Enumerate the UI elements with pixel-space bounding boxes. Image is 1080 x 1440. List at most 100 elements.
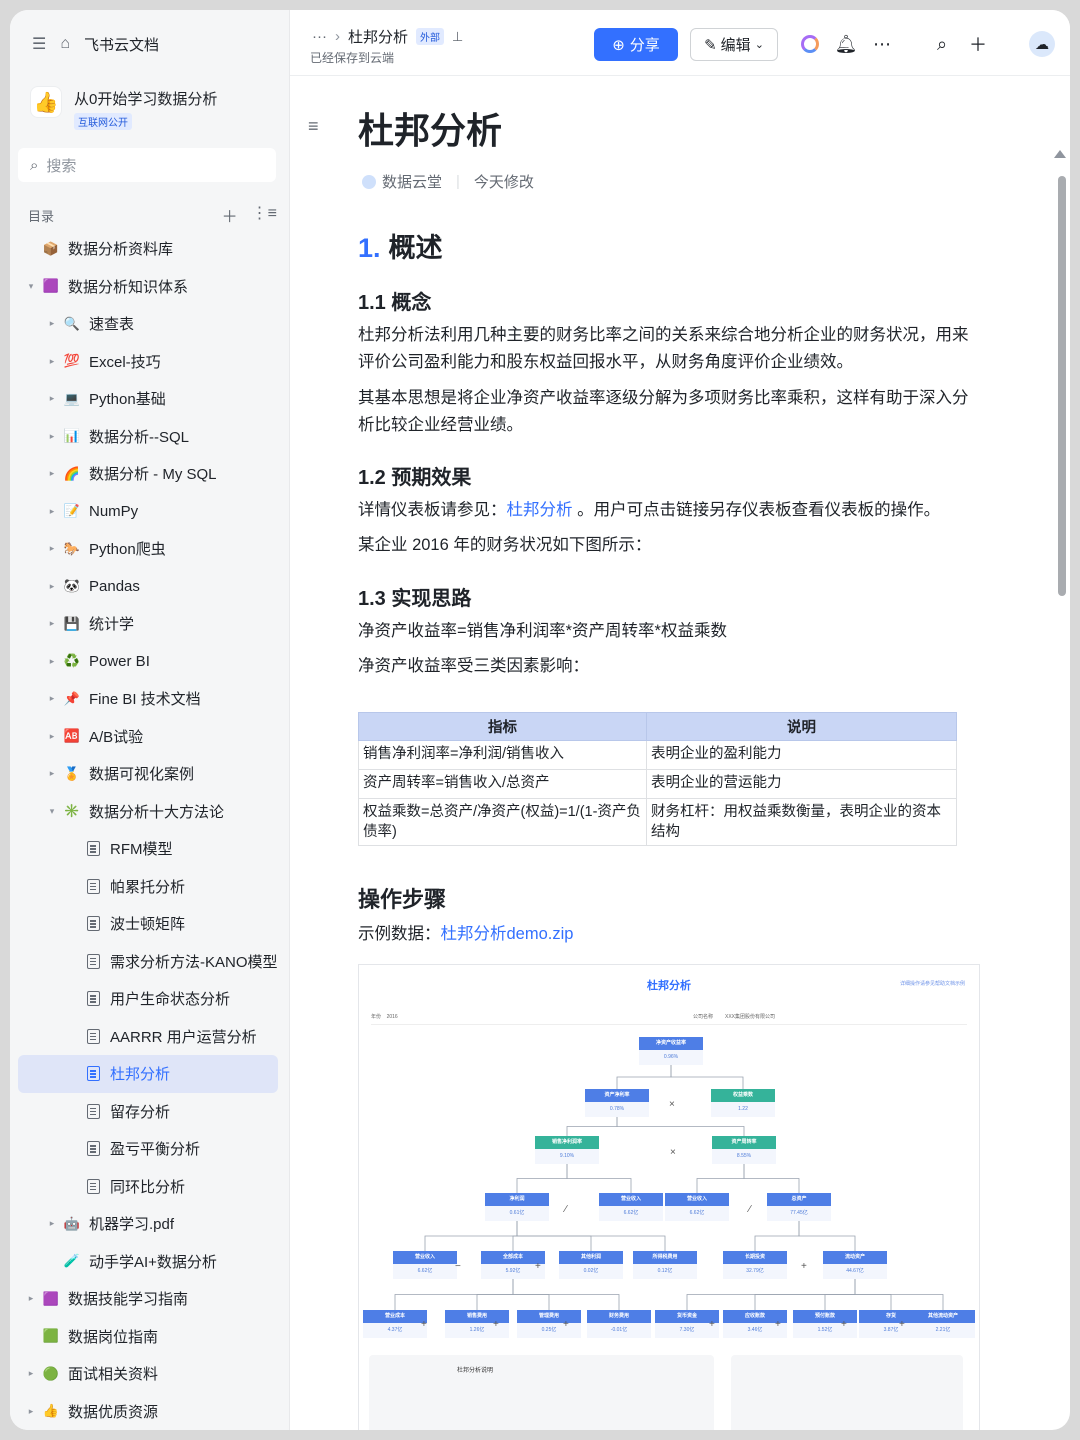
caret-down-icon[interactable]: ▾ (45, 806, 59, 817)
sidebar-item[interactable]: AARRR 用户运营分析 (18, 1018, 278, 1056)
scrollbar[interactable] (1058, 176, 1066, 596)
connector-line (743, 1164, 800, 1193)
caret-right-icon[interactable]: ▸ (45, 618, 59, 629)
operator-symbol: ∕ (749, 1204, 751, 1215)
sidebar-item[interactable]: ▸ 🟢 面试相关资料 (18, 1355, 278, 1393)
author-name[interactable]: 数据云堂 (382, 171, 442, 192)
document-icon (84, 952, 102, 970)
sidebar-item-label: 数据岗位指南 (68, 1328, 159, 1346)
dashboard-link[interactable]: 杜邦分析 (507, 501, 573, 519)
sidebar-item[interactable]: 波士顿矩阵 (18, 905, 278, 943)
connector-line (798, 1221, 856, 1251)
sidebar-item[interactable]: 🟩 数据岗位指南 (18, 1318, 278, 1356)
space-header[interactable]: 👍 从0开始学习数据分析 互联网公开 (30, 86, 217, 131)
sidebar-item[interactable]: ▸ 🐼 Pandas (18, 568, 278, 606)
dashboard-node: 预付账款 1.52亿 (793, 1310, 857, 1338)
paragraph-factors: 净资产收益率受三类因素影响： (358, 657, 589, 675)
sidebar-item[interactable]: 同环比分析 (18, 1168, 278, 1206)
ai-assistant-icon[interactable] (796, 30, 824, 58)
share-button[interactable]: ⊕ 分享 (594, 28, 678, 61)
search-input[interactable]: ⌕ 搜索 (18, 148, 276, 182)
operator-symbol: + (421, 1319, 427, 1330)
sidebar-item[interactable]: ▸ 📝 NumPy (18, 493, 278, 531)
caret-right-icon[interactable]: ▸ (45, 468, 59, 479)
home-link[interactable]: 飞书云文档 (84, 34, 159, 55)
breadcrumb-more[interactable]: ··· (312, 28, 327, 45)
node-value: 0.78% (585, 1102, 649, 1117)
more-icon[interactable]: ⋯ (868, 30, 896, 58)
sidebar-item[interactable]: ▸ 🐎 Python爬虫 (18, 530, 278, 568)
sidebar-item[interactable]: ▸ 🌈 数据分析 - My SQL (18, 455, 278, 493)
caret-right-icon[interactable]: ▸ (45, 1218, 59, 1229)
caret-right-icon[interactable]: ▸ (45, 731, 59, 742)
caret-right-icon[interactable]: ▸ (45, 581, 59, 592)
avatar[interactable]: ☁︎ (1028, 30, 1056, 58)
sidebar-item[interactable]: ▸ 🟪 数据技能学习指南 (18, 1280, 278, 1318)
home-icon[interactable]: ⌂ (60, 35, 70, 53)
sidebar-item[interactable]: 留存分析 (18, 1093, 278, 1131)
dashboard-node: 销售费用 1.26亿 (445, 1310, 509, 1338)
sidebar-item[interactable]: ▸ 🆎 A/B试验 (18, 718, 278, 756)
connector-line (854, 1279, 944, 1310)
sidebar-item[interactable]: ▸ 💯 Excel-技巧 (18, 343, 278, 381)
modified-time: 今天修改 (473, 174, 534, 191)
sidebar-item[interactable]: 杜邦分析 (18, 1055, 278, 1093)
node-value: 1.52亿 (793, 1323, 857, 1338)
caret-right-icon[interactable]: ▸ (45, 356, 59, 367)
sidebar-item[interactable]: 用户生命状态分析 (18, 980, 278, 1018)
sidebar-item[interactable]: ▸ 💻 Python基础 (18, 380, 278, 418)
edit-button[interactable]: ✎ 编辑 ⌄ (690, 28, 778, 61)
plus-icon[interactable]: ＋ (964, 30, 992, 58)
sidebar-item[interactable]: 🧪 动手学AI+数据分析 (18, 1243, 278, 1281)
sidebar-item[interactable]: 盈亏平衡分析 (18, 1130, 278, 1168)
sidebar-item[interactable]: ▸ 🤖 机器学习.pdf (18, 1205, 278, 1243)
caret-right-icon[interactable]: ▸ (45, 393, 59, 404)
sidebar-item-label: 数据优质资源 (68, 1403, 159, 1421)
caret-right-icon[interactable]: ▸ (24, 1293, 38, 1304)
add-icon[interactable]: ＋ (222, 203, 238, 227)
caret-right-icon[interactable]: ▸ (45, 693, 59, 704)
caret-right-icon[interactable]: ▸ (45, 768, 59, 779)
sidebar-item[interactable]: ▸ 🏅 数据可视化案例 (18, 755, 278, 793)
item-emoji-icon: 🟢 (42, 1365, 60, 1381)
caret-right-icon[interactable]: ▸ (45, 656, 59, 667)
list-settings-icon[interactable]: ⋮≡ (252, 203, 277, 227)
search-icon[interactable]: ⌕ (928, 30, 956, 58)
caret-right-icon[interactable]: ▸ (24, 1406, 38, 1417)
scroll-up-arrow[interactable] (1054, 150, 1066, 158)
paragraph-effect-1: 详情仪表板请参见：杜邦分析 。用户可点击链接另存仪表板查看仪表板的操作。 (358, 497, 978, 524)
sidebar-item[interactable]: 📦 数据分析资料库 (18, 230, 278, 268)
sidebar-item[interactable]: ▸ 👍 数据优质资源 (18, 1393, 278, 1431)
caret-right-icon[interactable]: ▸ (45, 318, 59, 329)
caret-right-icon[interactable]: ▸ (45, 506, 59, 517)
demo-zip-link[interactable]: 杜邦分析demo.zip (441, 925, 574, 943)
sidebar-item[interactable]: RFM模型 (18, 830, 278, 868)
caret-down-icon[interactable]: ▾ (24, 281, 38, 292)
caret-right-icon[interactable]: ▸ (45, 431, 59, 442)
sidebar-item[interactable]: ▸ 💾 统计学 (18, 605, 278, 643)
sidebar-item-label: 数据分析知识体系 (68, 278, 189, 296)
outline-icon[interactable]: ≡ (308, 116, 319, 137)
sidebar-item-label: 面试相关资料 (68, 1366, 159, 1384)
sidebar-item[interactable]: ▸ 🔍 速查表 (18, 305, 278, 343)
sidebar-item[interactable]: 帕累托分析 (18, 868, 278, 906)
sidebar-item[interactable]: ▸ ♻️ Power BI (18, 643, 278, 681)
pin-icon[interactable]: ⊥ (452, 29, 463, 45)
sidebar-item[interactable]: ▾ 🟪 数据分析知识体系 (18, 268, 278, 306)
sidebar-item[interactable]: 需求分析方法-KANO模型 (18, 943, 278, 981)
effect-text-pre: 详情仪表板请参见： (358, 501, 507, 519)
dashboard-node: 净利润 0.61亿 (485, 1193, 549, 1221)
collapse-sidebar-icon[interactable]: ☰ (32, 34, 46, 54)
effect-text-post: 。用户可点击链接另存仪表板查看仪表板的操作。 (572, 501, 941, 519)
caret-right-icon[interactable]: ▸ (24, 1368, 38, 1379)
table-cell: 权益乘数=总资产/净资产(权益)=1/(1-资产负债率) (358, 798, 647, 846)
indicator-table: 指标 说明 销售净利润率=净利润/销售收入 表明企业的盈利能力 资产周转率=销售… (358, 712, 957, 846)
sidebar-item[interactable]: ▸ 📊 数据分析--SQL (18, 418, 278, 456)
sidebar-item-label: A/B试验 (89, 728, 144, 746)
bell-icon[interactable]: 🔔︎ (832, 30, 860, 58)
sidebar-item[interactable]: ▸ 📌 Fine BI 技术文档 (18, 680, 278, 718)
doc-name[interactable]: 杜邦分析 (348, 26, 408, 47)
caret-right-icon[interactable]: ▸ (45, 543, 59, 554)
dashboard-image[interactable]: 杜邦分析 详细操作请参见帮助文档示例 年份 2016 公司名称 XXX集团股份有… (358, 964, 980, 1430)
sidebar-item[interactable]: ▾ ✳️ 数据分析十大方法论 (18, 793, 278, 831)
